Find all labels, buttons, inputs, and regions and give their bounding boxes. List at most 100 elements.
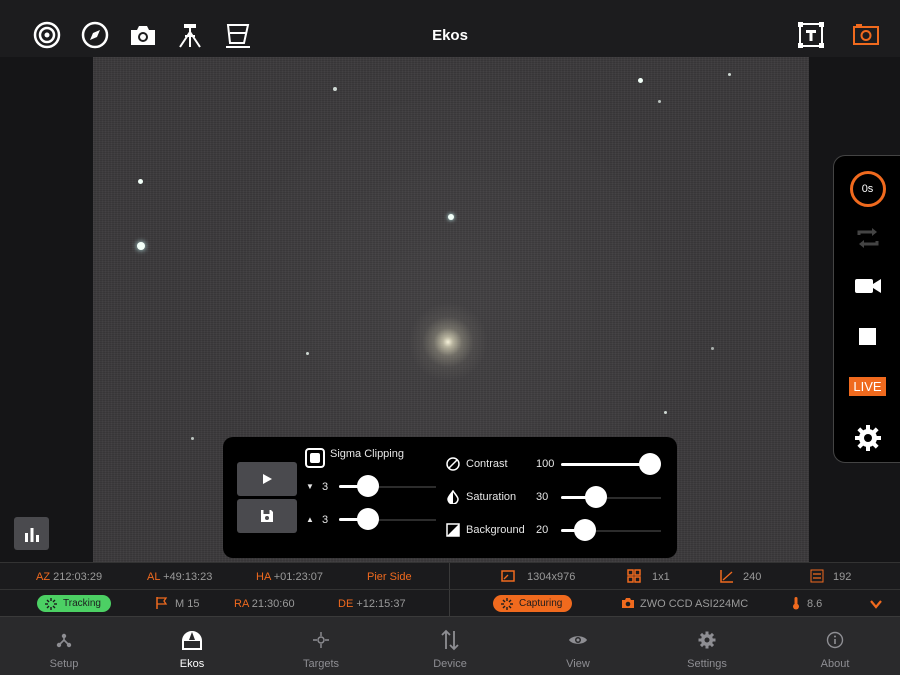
camera-frame-icon[interactable] [851, 20, 881, 50]
temperature-value: 8.6 [807, 598, 823, 610]
gain-icon [720, 570, 733, 583]
star [333, 87, 337, 91]
play-button[interactable] [237, 462, 297, 496]
settings-gear-icon[interactable] [834, 416, 900, 460]
tab-view[interactable]: View [514, 617, 642, 675]
capture-controls-rail: 0s LIVE [833, 155, 900, 463]
slider-knob[interactable] [639, 453, 661, 475]
camera-name: ZWO CCD ASI224MC [640, 598, 749, 610]
tab-about[interactable]: About [771, 617, 899, 675]
video-camera-icon[interactable] [834, 264, 900, 308]
thermometer-icon [793, 597, 799, 610]
camera-status-icon [622, 598, 634, 608]
tab-label: Device [433, 658, 467, 670]
saturation-label: Saturation [466, 491, 517, 503]
contrast-icon [446, 457, 460, 471]
tab-ekos[interactable]: Ekos [128, 617, 256, 675]
globular-cluster [403, 297, 493, 387]
offset-icon [810, 569, 824, 583]
tab-label: About [820, 658, 850, 670]
target-name: M 15 [175, 598, 200, 610]
star [658, 100, 661, 103]
binning-grid-icon [627, 569, 641, 583]
tab-targets[interactable]: Targets [257, 617, 385, 675]
status-divider [449, 590, 450, 617]
tab-device[interactable]: Device [386, 617, 514, 675]
top-toolbar: Ekos [0, 0, 900, 57]
stop-icon[interactable] [834, 314, 900, 358]
tab-settings[interactable]: Settings [643, 617, 771, 675]
lower-sigma-value: 3 [322, 481, 329, 493]
background-icon [446, 523, 460, 537]
tab-label: Ekos [179, 658, 205, 670]
live-button[interactable]: LIVE [834, 366, 900, 406]
slider-knob[interactable] [357, 508, 379, 530]
az-value: 212:03:29 [53, 571, 103, 583]
targets-icon [312, 627, 330, 653]
play-icon [263, 474, 272, 484]
slider-knob[interactable] [357, 475, 379, 497]
histogram-button[interactable] [14, 517, 49, 550]
star [728, 73, 731, 76]
star [306, 352, 309, 355]
tab-label: View [566, 658, 590, 670]
slider-knob[interactable] [574, 519, 596, 541]
spinner-icon [45, 597, 57, 610]
offset-value: 192 [833, 571, 852, 583]
tab-label: Targets [302, 658, 340, 670]
app-title: Ekos [432, 27, 468, 44]
up-arrow-icon: ▲ [306, 515, 314, 524]
loop-icon[interactable] [834, 216, 900, 260]
contrast-value: 100 [536, 458, 555, 470]
slider-fill [561, 463, 650, 466]
status-divider [449, 563, 450, 590]
stretch-panel: Sigma Clipping ▼ 3 ▲ 3 Contrast 100 Satu… [223, 437, 677, 558]
frame-size-icon [501, 570, 515, 582]
upper-sigma-value: 3 [322, 514, 329, 526]
star [711, 347, 714, 350]
save-icon [261, 510, 273, 522]
slider-knob[interactable] [585, 486, 607, 508]
spinner-icon [501, 597, 513, 610]
contrast-label: Contrast [466, 458, 508, 470]
text-frame-icon[interactable] [796, 20, 826, 50]
star [664, 411, 667, 414]
timer-ring: 0s [849, 171, 886, 207]
eye-icon [568, 627, 588, 653]
exposure-timer[interactable]: 0s [834, 164, 900, 214]
al-value: +49:13:23 [163, 571, 213, 583]
bottom-tab-bar: Setup Ekos Targets Device View Settings … [0, 616, 900, 675]
status-bar-top: AZ 212:03:29 AL +49:13:23 HA +01:23:07 P… [0, 562, 900, 590]
ha-readout: HA +01:23:07 [256, 571, 323, 583]
ra-readout: RA 21:30:60 [234, 598, 295, 610]
device-arrows-icon [440, 627, 460, 653]
al-readout: AL +49:13:23 [147, 571, 212, 583]
target-flag-icon [156, 597, 168, 609]
tab-setup[interactable]: Setup [0, 617, 128, 675]
background-label: Background [466, 524, 525, 536]
star [138, 179, 143, 184]
live-label: LIVE [849, 376, 886, 396]
sigma-clipping-checkbox[interactable] [305, 448, 325, 468]
chevron-down-icon[interactable] [869, 597, 883, 611]
az-readout: AZ 212:03:29 [36, 571, 102, 583]
resolution-value: 1304x976 [527, 571, 576, 583]
ra-value: 21:30:60 [251, 598, 295, 610]
binning-value: 1x1 [652, 571, 670, 583]
saturation-value: 30 [536, 491, 549, 503]
background-value: 20 [536, 524, 549, 536]
tracking-label: Tracking [63, 598, 101, 609]
left-margin [0, 57, 93, 562]
ha-label: HA [256, 571, 271, 583]
de-readout: DE +12:15:37 [338, 598, 406, 610]
timer-label: 0s [861, 183, 874, 195]
down-arrow-icon: ▼ [306, 482, 314, 491]
de-value: +12:15:37 [356, 598, 406, 610]
setup-icon [55, 627, 73, 653]
al-label: AL [147, 571, 161, 583]
ra-label: RA [234, 598, 249, 610]
star [137, 242, 145, 250]
save-button[interactable] [237, 499, 297, 533]
pier-side-label: Pier Side [367, 571, 412, 583]
star [191, 437, 194, 440]
